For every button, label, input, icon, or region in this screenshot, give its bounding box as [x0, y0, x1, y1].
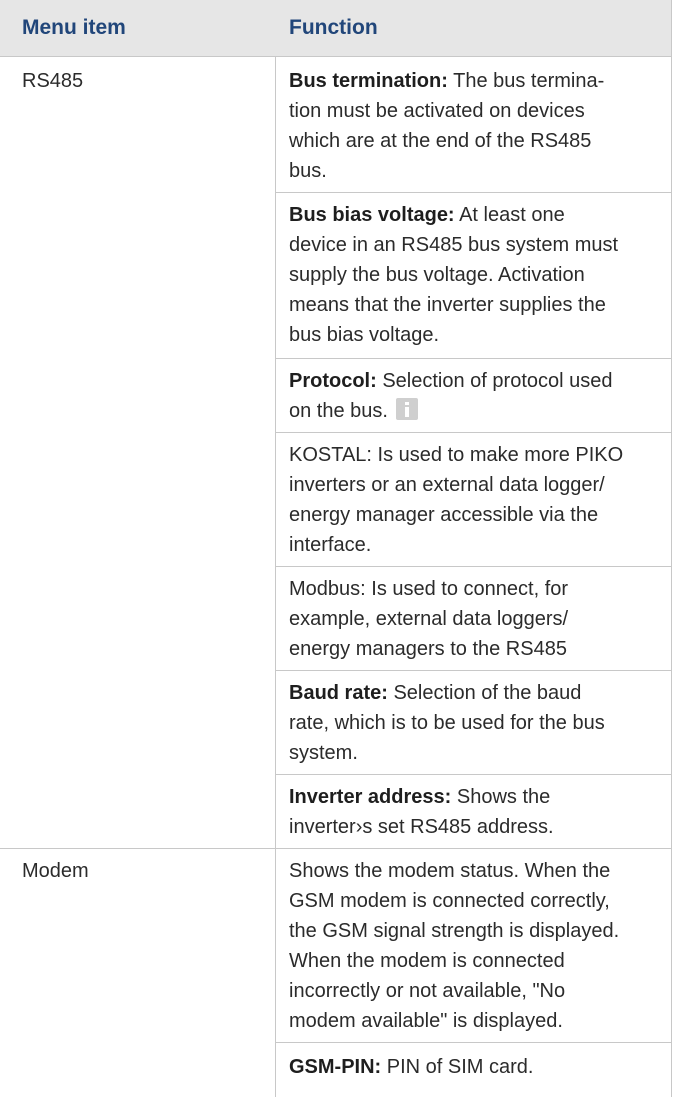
document-page: Menu item Function RS485 Bus termination…	[0, 0, 678, 1097]
entry-line: Selection of the baud	[387, 682, 582, 704]
entry-line: energy managers to the RS485	[289, 638, 567, 660]
menu-item-modem: Modem	[22, 860, 89, 882]
entry-label: Protocol:	[289, 370, 377, 392]
entry-modem-status: Shows the modem status. When the GSM mod…	[289, 856, 661, 1036]
table-right-border	[671, 0, 672, 1097]
entry-line: KOSTAL: Is used to make more PIKO	[289, 444, 624, 466]
menu-item-rs485: RS485	[22, 70, 84, 92]
entry-line: At least one	[454, 204, 565, 226]
entry-line: PIN of SIM card.	[381, 1056, 534, 1078]
row-separator	[275, 432, 672, 433]
entry-line: energy manager accessible via the	[289, 504, 599, 526]
entry-line: Selection of protocol used	[376, 370, 613, 392]
header-function: Function	[289, 16, 378, 39]
entry-line: interface.	[289, 534, 372, 556]
column-divider	[275, 57, 276, 1097]
entry-line: example, external data loggers/	[289, 608, 569, 630]
entry-line: supply the bus voltage. Activation	[289, 264, 585, 286]
entry-bus-termination: Bus termination: The bus termina- tion m…	[289, 66, 661, 186]
entry-protocol: Protocol: Selection of protocol used on …	[289, 366, 661, 426]
entry-line: incorrectly or not available, "No	[289, 980, 566, 1002]
entry-line: bus bias voltage.	[289, 324, 440, 346]
entry-line: Shows the	[451, 786, 551, 808]
entry-line: GSM modem is connected correctly,	[289, 890, 610, 912]
entry-line: When the modem is connected	[289, 950, 565, 972]
entry-line: tion must be activated on devices	[289, 100, 585, 122]
entry-line: modem available" is displayed.	[289, 1010, 563, 1032]
entry-label: Inverter address:	[289, 786, 452, 808]
info-icon	[395, 398, 418, 420]
entry-line: inverter›s set RS485 address.	[289, 816, 554, 838]
entry-line: The bus termina-	[447, 70, 605, 92]
row-separator	[275, 774, 672, 775]
entry-kostal: KOSTAL: Is used to make more PIKO invert…	[289, 440, 661, 560]
entry-line: on the bus.	[289, 400, 388, 422]
entry-line: device in an RS485 bus system must	[289, 234, 619, 256]
entry-inverter-address: Inverter address: Shows the inverter›s s…	[289, 782, 661, 842]
entry-label: GSM-PIN:	[289, 1056, 382, 1078]
entry-line: the GSM signal strength is displayed.	[289, 920, 620, 942]
entry-line: bus.	[289, 160, 327, 182]
table-row-border	[0, 848, 672, 849]
entry-line: Shows the modem status. When the	[289, 860, 611, 882]
table-header: Menu item Function	[0, 0, 672, 57]
entry-label: Bus termination:	[289, 70, 448, 92]
row-separator	[275, 192, 672, 193]
entry-line: which are at the end of the RS485	[289, 130, 592, 152]
row-separator	[275, 566, 672, 567]
row-separator	[275, 1042, 672, 1043]
row-separator	[275, 358, 672, 359]
entry-bus-bias-voltage: Bus bias voltage: At least one device in…	[289, 200, 661, 350]
entry-modbus: Modbus: Is used to connect, for example,…	[289, 574, 661, 664]
entry-gsm-pin: GSM-PIN: PIN of SIM card.	[289, 1052, 661, 1082]
entry-label: Bus bias voltage:	[289, 204, 455, 226]
entry-label: Baud rate:	[289, 682, 388, 704]
header-menu-item: Menu item	[22, 16, 126, 39]
entry-line: inverters or an external data logger/	[289, 474, 605, 496]
entry-line: rate, which is to be used for the bus	[289, 712, 605, 734]
entry-line: means that the inverter supplies the	[289, 294, 606, 316]
entry-line: Modbus: Is used to connect, for	[289, 578, 569, 600]
row-separator	[275, 670, 672, 671]
entry-baud-rate: Baud rate: Selection of the baud rate, w…	[289, 678, 661, 768]
entry-line: system.	[289, 742, 358, 764]
